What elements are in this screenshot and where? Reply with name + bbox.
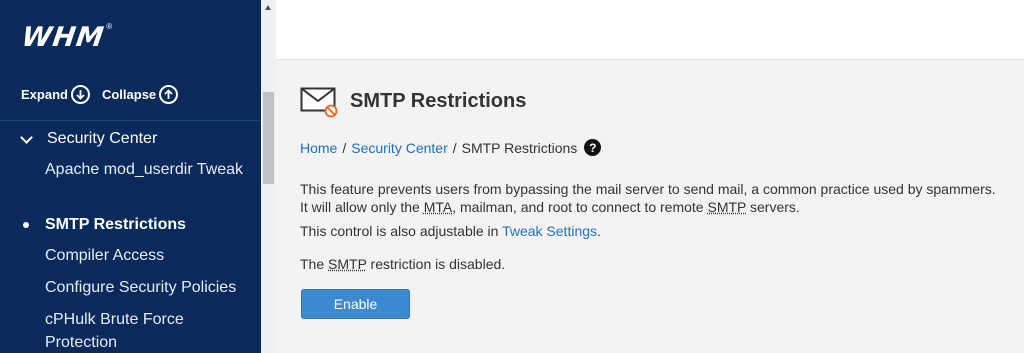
expand-button[interactable]: Expand: [21, 85, 90, 104]
breadcrumb: Home / Security Center / SMTP Restrictio…: [300, 139, 601, 156]
top-header-bar: [276, 0, 1024, 60]
breadcrumb-separator: /: [342, 140, 346, 156]
smtp-abbr: SMTP: [707, 199, 746, 215]
chevron-down-icon: [20, 131, 33, 144]
sidebar-item-apache-mod-userdir-tweak[interactable]: Apache mod_userdir Tweak: [45, 158, 245, 181]
sidebar-section-label: Security Center: [47, 130, 157, 148]
breadcrumb-security-center-link[interactable]: Security Center: [351, 140, 447, 156]
scrollbar-thumb[interactable]: [263, 92, 274, 184]
smtp-abbr-status: SMTP: [328, 256, 367, 272]
description-line-2: It will allow only the MTA, mailman, and…: [300, 198, 996, 216]
sidebar-item-cphulk-brute-force-protection[interactable]: cPHulk Brute Force Protection: [45, 308, 245, 353]
collapse-label: Collapse: [102, 87, 156, 102]
arrow-up-circle-icon: [159, 85, 178, 104]
status-text: The SMTP restriction is disabled.: [300, 255, 505, 273]
description-line-1: This feature prevents users from bypassi…: [300, 180, 996, 198]
feature-description: This feature prevents users from bypassi…: [300, 180, 996, 216]
active-bullet-icon: [23, 222, 29, 228]
page-title: SMTP Restrictions: [350, 90, 526, 113]
sidebar-item-configure-security-policies[interactable]: Configure Security Policies: [45, 276, 245, 299]
tweak-settings-note: This control is also adjustable in Tweak…: [300, 222, 601, 240]
expand-collapse-controls: Expand Collapse: [21, 85, 178, 104]
sidebar-divider: [0, 120, 261, 121]
page-header: SMTP Restrictions: [300, 86, 526, 116]
arrow-down-circle-icon: [71, 85, 90, 104]
breadcrumb-home-link[interactable]: Home: [300, 140, 337, 156]
scroll-up-arrow-icon[interactable]: [265, 5, 271, 10]
sidebar-item-smtp-restrictions[interactable]: SMTP Restrictions: [45, 213, 245, 236]
collapse-button[interactable]: Collapse: [102, 85, 178, 104]
breadcrumb-separator: /: [453, 140, 457, 156]
sidebar-section-security-center[interactable]: Security Center: [20, 130, 157, 148]
logo-text: WHM: [20, 22, 107, 53]
logo-registered-mark: ®: [106, 22, 112, 31]
sidebar-scrollbar[interactable]: [261, 0, 276, 353]
breadcrumb-current: SMTP Restrictions: [462, 140, 578, 156]
expand-label: Expand: [21, 87, 68, 102]
mta-abbr: MTA: [424, 199, 453, 215]
envelope-restricted-icon: [300, 86, 338, 116]
sidebar-item-compiler-access[interactable]: Compiler Access: [45, 244, 245, 267]
help-question-icon[interactable]: ?: [584, 139, 601, 156]
whm-logo[interactable]: WHM®: [22, 22, 112, 50]
sidebar: WHM® Expand Collapse Security Center Apa…: [0, 0, 261, 353]
tweak-settings-link[interactable]: Tweak Settings: [502, 223, 597, 239]
enable-button[interactable]: Enable: [301, 289, 410, 319]
